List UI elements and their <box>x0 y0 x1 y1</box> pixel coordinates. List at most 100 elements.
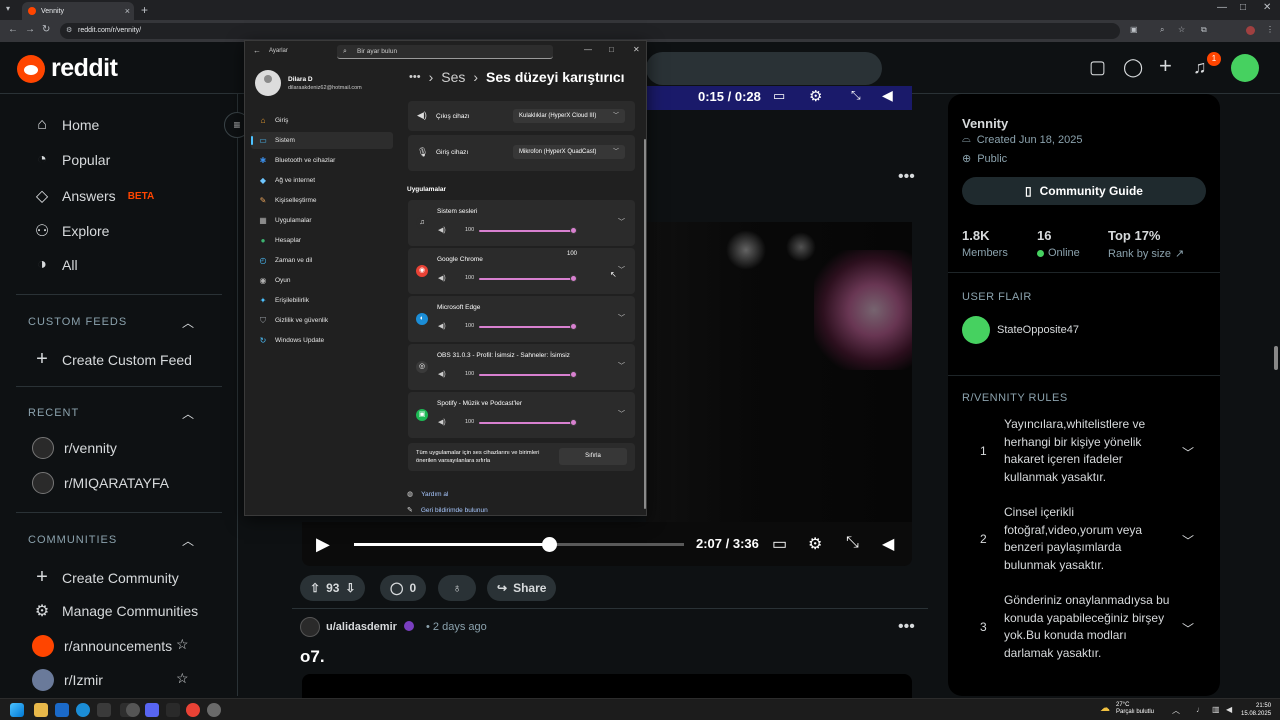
settings-user-avatar[interactable] <box>255 70 281 96</box>
app-volume-slider[interactable] <box>479 326 573 328</box>
feedback-link[interactable]: ✎ Geri bildirimde bulunun <box>407 506 488 515</box>
community-guide-button[interactable]: ▯ Community Guide <box>962 177 1206 205</box>
address-bar[interactable]: ⚙ reddit.com/r/vennity/ <box>60 23 1120 39</box>
mute-speaker-icon[interactable]: ◀) <box>438 418 446 426</box>
settings-nav-item[interactable]: ▭ Sistem <box>251 132 393 149</box>
post-media[interactable] <box>302 674 912 698</box>
settings-nav-item[interactable]: ⌂ Giriş <box>251 112 393 129</box>
microphone-icon[interactable]: ♩ <box>1196 705 1204 714</box>
site-info-icon[interactable]: ⚙ <box>66 23 72 39</box>
mute-speaker-icon[interactable]: ◀) <box>438 370 446 378</box>
page-scrollbar[interactable] <box>1271 94 1280 696</box>
notification-bell-icon[interactable]: ♫ <box>1193 57 1207 78</box>
settings-nav-item[interactable]: ✦ Erişilebilirlik <box>251 292 393 309</box>
windows-start-icon[interactable] <box>10 703 24 717</box>
video-progress-handle[interactable] <box>541 537 557 552</box>
close-window-icon[interactable]: ✕ <box>633 45 640 54</box>
reddit-wordmark[interactable]: reddit <box>51 54 118 83</box>
flair-username[interactable]: StateOpposite47 <box>997 324 1079 336</box>
fullscreen-icon[interactable]: ⤡ <box>851 88 861 103</box>
edge-icon[interactable] <box>76 703 90 717</box>
nav-home[interactable]: ⌂ Home <box>32 116 99 134</box>
game-app-icon[interactable] <box>166 703 180 717</box>
nav-answers[interactable]: ◇ Answers BETA <box>32 186 154 206</box>
zoom-icon[interactable]: ⌕ <box>1160 25 1164 35</box>
post-author-avatar[interactable] <box>300 617 320 637</box>
reddit-search-bar[interactable] <box>646 52 882 85</box>
post-author[interactable]: u/alidasdemir <box>326 621 397 633</box>
volume-icon[interactable]: ◀ <box>1226 705 1232 714</box>
discord-icon[interactable] <box>145 703 159 717</box>
network-icon[interactable]: ▥ <box>1212 705 1220 714</box>
video-progress-bar[interactable] <box>354 537 684 552</box>
tab-close-icon[interactable]: × <box>125 6 130 16</box>
browser-tab-vennity[interactable]: Vennity × <box>22 2 134 20</box>
chevron-down-icon[interactable]: ﹀ <box>618 265 625 275</box>
maximize-window-icon[interactable]: □ <box>1240 2 1246 13</box>
app-volume-slider[interactable] <box>479 374 573 376</box>
mute-speaker-icon[interactable]: ◀) <box>438 322 446 330</box>
create-custom-feed[interactable]: + Create Custom Feed <box>32 348 192 371</box>
settings-scrollbar[interactable] <box>644 139 646 509</box>
app-volume-slider-thumb[interactable] <box>570 275 577 282</box>
chevron-down-icon[interactable]: ﹀ <box>618 313 625 323</box>
minimize-window-icon[interactable]: — <box>1217 2 1227 13</box>
settings-nav-item[interactable]: ● Hesaplar <box>251 232 393 249</box>
video-player-previous[interactable]: 0:15 / 0:28 ▭ ⚙ ⤡ ◀ <box>646 86 912 110</box>
video-frame[interactable] <box>646 222 912 522</box>
chevron-down-icon[interactable]: ﹀ <box>1182 620 1194 637</box>
taskbar-weather[interactable]: 27°C Parçalı bulutlu <box>1116 702 1154 716</box>
breadcrumb-parent[interactable]: Ses <box>441 69 465 85</box>
help-link[interactable]: ◍ Yardım al <box>407 490 448 499</box>
chevron-down-icon[interactable]: ﹀ <box>618 217 625 227</box>
mute-speaker-icon[interactable]: ◀) <box>438 226 446 234</box>
fullscreen-icon[interactable]: ⤡ <box>846 534 859 552</box>
flair-avatar[interactable] <box>962 316 990 344</box>
new-tab-icon[interactable]: + <box>141 3 148 17</box>
app-volume-slider[interactable] <box>479 278 573 280</box>
downvote-icon[interactable]: ⇩ <box>345 581 355 595</box>
chevron-down-icon[interactable]: ﹀ <box>618 409 625 419</box>
output-device-dropdown[interactable]: Kulaklıklar (HyperX Cloud III) ﹀ <box>513 109 625 123</box>
minimize-window-icon[interactable]: — <box>584 45 592 54</box>
back-icon[interactable]: ← <box>8 24 18 35</box>
maximize-window-icon[interactable]: □ <box>609 45 614 54</box>
create-community[interactable]: + Create Community <box>32 566 179 589</box>
tab-search-icon[interactable]: ▾ <box>6 4 10 13</box>
settings-nav-item[interactable]: ◆ Ağ ve internet <box>251 172 393 189</box>
recent-item-miqaratayfa[interactable]: r/MIQARATAYFA <box>32 472 169 494</box>
reset-button[interactable]: Sıfırla <box>559 448 627 465</box>
chevron-up-icon[interactable]: ︿ <box>182 532 194 549</box>
share-button[interactable]: ↪ Share <box>487 575 557 601</box>
app-volume-slider[interactable] <box>479 230 573 232</box>
chevron-down-icon[interactable]: ﹀ <box>1182 444 1194 461</box>
tray-chevron-icon[interactable]: ︿ <box>1172 705 1180 716</box>
app-volume-slider-thumb[interactable] <box>570 371 577 378</box>
settings-app-icon[interactable] <box>207 703 221 717</box>
comments-button[interactable]: ◯ 0 <box>380 575 427 601</box>
recent-item-vennity[interactable]: r/vennity <box>32 437 117 459</box>
chrome-icon[interactable] <box>186 703 200 717</box>
app-volume-slider-thumb[interactable] <box>570 419 577 426</box>
captions-icon[interactable]: ▭ <box>773 88 785 104</box>
app-volume-slider[interactable] <box>479 422 573 424</box>
outlook-icon[interactable] <box>55 703 69 717</box>
captions-icon[interactable]: ▭ <box>772 534 787 554</box>
chevron-down-icon[interactable]: ﹀ <box>1182 532 1194 549</box>
upvote-icon[interactable]: ⇧ <box>310 581 320 595</box>
browser-menu-icon[interactable]: ⋮ <box>1266 25 1274 34</box>
play-icon[interactable]: ▶ <box>316 534 330 555</box>
community-item-izmir[interactable]: r/Izmir <box>32 669 103 691</box>
settings-nav-item[interactable]: ▦ Uygulamalar <box>251 212 393 229</box>
back-arrow-icon[interactable]: ← <box>253 46 261 55</box>
nav-all[interactable]: ◑ All <box>32 256 77 274</box>
favorite-star-icon[interactable]: ☆ <box>176 670 189 687</box>
manage-communities[interactable]: ⚙ Manage Communities <box>32 601 198 621</box>
post-overflow-menu-icon[interactable]: ••• <box>898 168 915 186</box>
user-avatar[interactable] <box>1231 54 1259 82</box>
obs-icon[interactable] <box>126 703 140 717</box>
app-volume-slider-thumb[interactable] <box>570 227 577 234</box>
reddit-logo-icon[interactable] <box>17 55 45 83</box>
page-scrollbar-thumb[interactable] <box>1274 346 1278 370</box>
post-title[interactable]: o7. <box>300 647 325 667</box>
